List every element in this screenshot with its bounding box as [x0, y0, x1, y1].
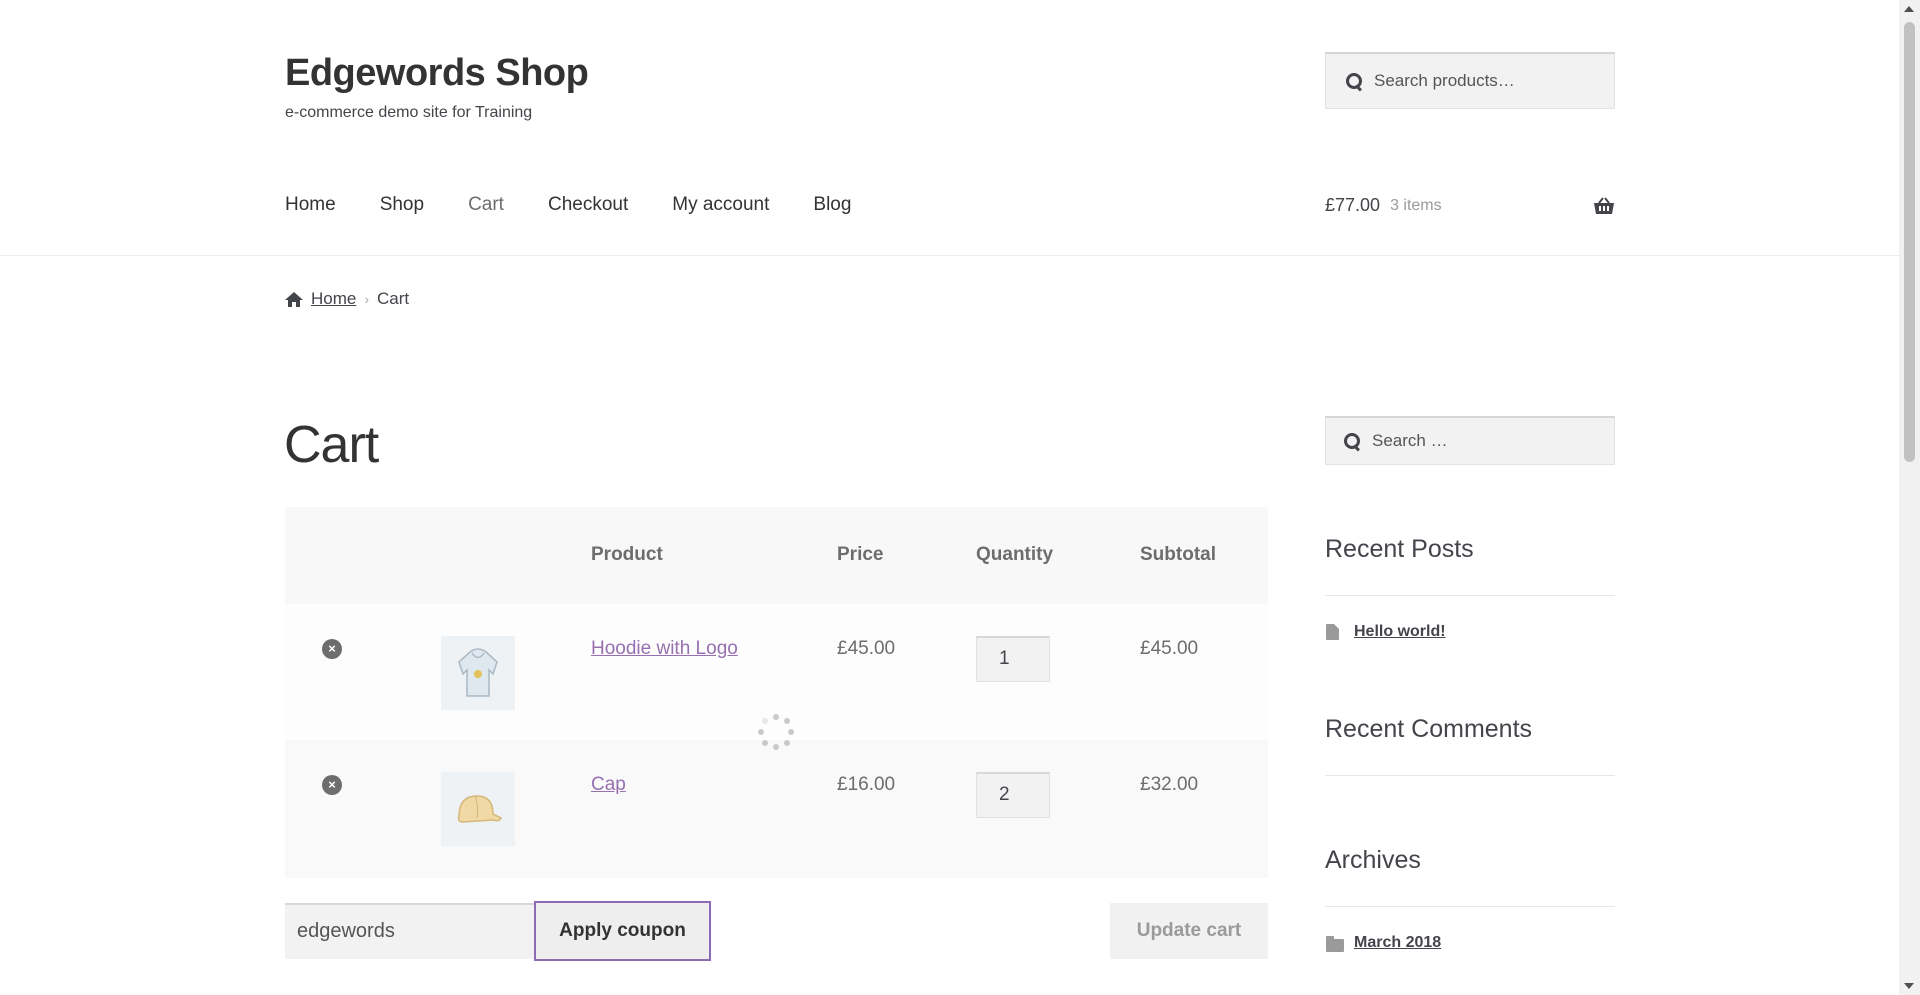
search-icon: [1344, 433, 1360, 449]
breadcrumb-current: Cart: [377, 289, 410, 308]
breadcrumb: Home › Cart: [285, 289, 409, 309]
hoodie-image: [458, 648, 498, 697]
nav-item-cart[interactable]: Cart: [468, 194, 504, 216]
cart-table-header: Product Price Quantity Subtotal: [285, 507, 1268, 604]
mini-cart-amount: £77.00: [1325, 195, 1381, 215]
mini-cart[interactable]: £77.00 3 items: [1325, 195, 1615, 216]
product-link-hoodie[interactable]: Hoodie with Logo: [591, 638, 738, 660]
nav-item-my-account[interactable]: My account: [672, 194, 769, 216]
breadcrumb-home-link[interactable]: Home: [311, 289, 356, 309]
primary-navigation: Home Shop Cart Checkout My account Blog: [285, 194, 895, 216]
site-title[interactable]: Edgewords Shop: [285, 52, 589, 95]
apply-coupon-button[interactable]: Apply coupon: [534, 901, 711, 961]
home-icon: [285, 291, 303, 307]
column-header-product: Product: [591, 544, 663, 565]
column-header-subtotal: Subtotal: [1140, 544, 1216, 565]
mini-cart-count: 3 items: [1390, 196, 1442, 214]
breadcrumb-separator-icon: ›: [364, 291, 370, 307]
product-thumbnail-hoodie[interactable]: [441, 636, 515, 710]
nav-item-home[interactable]: Home: [285, 194, 336, 216]
document-icon: [1326, 624, 1339, 640]
nav-item-checkout[interactable]: Checkout: [548, 194, 628, 216]
update-cart-button[interactable]: Update cart: [1110, 903, 1268, 959]
product-search-placeholder: Search products…: [1374, 71, 1515, 90]
remove-item-icon[interactable]: ×: [322, 639, 342, 659]
product-price: £16.00: [837, 774, 896, 795]
sidebar-search-input[interactable]: Search …: [1325, 416, 1615, 465]
page-title: Cart: [284, 416, 379, 474]
column-header-quantity: Quantity: [976, 544, 1054, 565]
remove-item-icon[interactable]: ×: [322, 775, 342, 795]
widget-divider: [1325, 906, 1615, 907]
product-subtotal: £32.00: [1140, 774, 1199, 795]
product-search-input[interactable]: Search products…: [1325, 52, 1615, 109]
recent-comments-title: Recent Comments: [1325, 715, 1533, 743]
folder-icon: [1326, 936, 1344, 952]
cart-table: Product Price Quantity Subtotal × Hoodie…: [285, 507, 1268, 878]
page-scrollbar[interactable]: [1899, 0, 1920, 995]
widget-divider: [1325, 775, 1615, 776]
scroll-up-icon[interactable]: [1904, 6, 1914, 12]
quantity-input[interactable]: 1: [976, 636, 1050, 682]
search-icon: [1346, 73, 1362, 89]
product-link-cap[interactable]: Cap: [591, 774, 626, 796]
site-description: e-commerce demo site for Training: [285, 104, 533, 121]
coupon-code-input[interactable]: edgewords: [285, 903, 535, 959]
cart-row-cap: × Cap £16.00 2 £32.00: [285, 740, 1268, 878]
cap-image: [457, 795, 503, 823]
widget-divider: [1325, 595, 1615, 596]
recent-post-link[interactable]: Hello world!: [1354, 623, 1446, 641]
recent-posts-title: Recent Posts: [1325, 535, 1474, 563]
header-divider: [0, 255, 1899, 256]
nav-item-blog[interactable]: Blog: [813, 194, 851, 216]
loading-spinner-icon: [758, 714, 794, 750]
nav-item-shop[interactable]: Shop: [380, 194, 424, 216]
column-header-price: Price: [837, 544, 884, 565]
product-price: £45.00: [837, 638, 896, 659]
scrollbar-thumb[interactable]: [1904, 22, 1915, 462]
scroll-down-icon[interactable]: [1904, 983, 1914, 989]
archives-title: Archives: [1325, 846, 1421, 874]
basket-icon: [1594, 197, 1614, 214]
product-thumbnail-cap[interactable]: [441, 772, 515, 846]
product-subtotal: £45.00: [1140, 638, 1199, 659]
quantity-input[interactable]: 2: [976, 772, 1050, 818]
archive-link[interactable]: March 2018: [1354, 934, 1441, 952]
sidebar-search-placeholder: Search …: [1372, 431, 1448, 450]
